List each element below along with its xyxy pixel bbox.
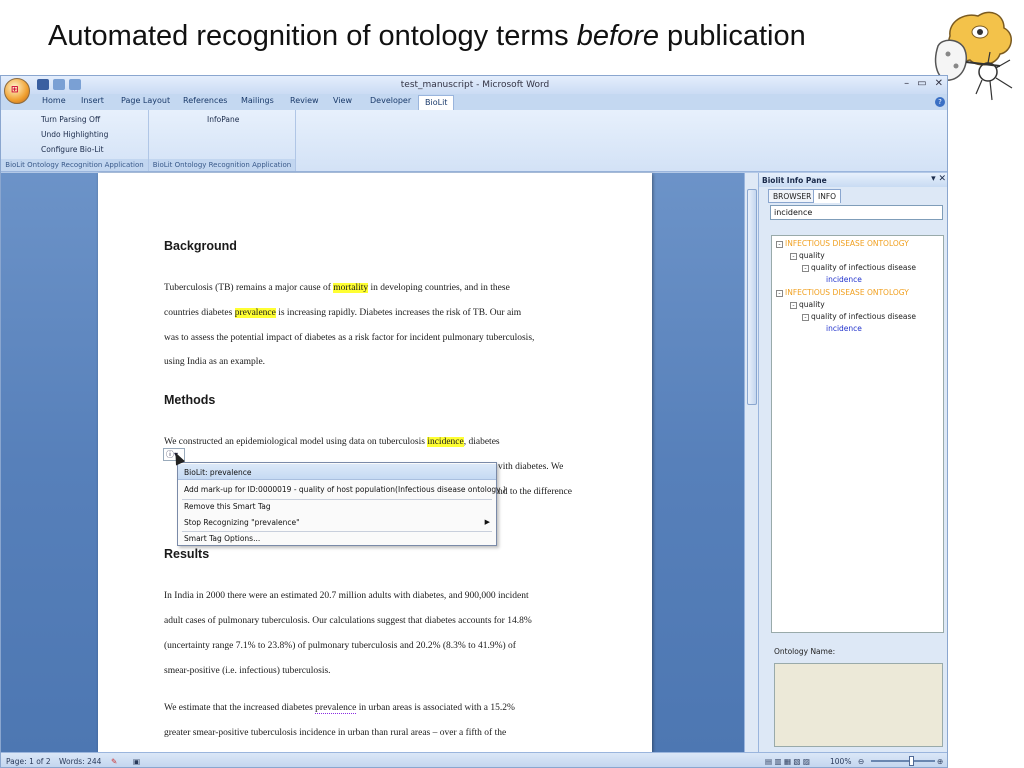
ontology-name-label: Ontology Name: bbox=[774, 647, 836, 656]
scrollbar-thumb[interactable] bbox=[747, 189, 757, 405]
tab-review[interactable]: Review bbox=[290, 96, 319, 105]
status-bar: Page: 1 of 2 Words: 244 ✎ ▣ ▤ ▥ ▦ ▧ ▨ 10… bbox=[1, 752, 947, 767]
vertical-scrollbar[interactable] bbox=[744, 173, 758, 752]
menu-item-smart-tag-options[interactable]: Smart Tag Options... bbox=[178, 530, 496, 546]
info-pane-controls[interactable]: ▾ ✕ bbox=[931, 174, 946, 184]
tree-node-ontology[interactable]: - INFECTIOUS DISEASE ONTOLOGY bbox=[776, 288, 909, 297]
zoom-level[interactable]: 100% bbox=[830, 757, 851, 766]
tab-mailings[interactable]: Mailings bbox=[241, 96, 274, 105]
maximize-button[interactable]: ▭ bbox=[917, 78, 926, 89]
slide-title-part1: Automated recognition of ontology terms bbox=[48, 20, 569, 52]
undo-highlighting-button[interactable]: Undo Highlighting bbox=[41, 130, 108, 139]
window-title: test_manuscript - Microsoft Word bbox=[400, 80, 550, 90]
zoom-in-icon[interactable]: ⊕ bbox=[937, 757, 943, 766]
tab-browser[interactable]: BROWSER bbox=[768, 189, 817, 203]
slide-title-part2: publication bbox=[667, 20, 806, 52]
slide-title: Automated recognition of ontology terms … bbox=[48, 20, 806, 53]
zoom-slider[interactable] bbox=[871, 756, 935, 766]
doc-line: was to assess the potential impact of di… bbox=[164, 333, 535, 343]
tab-developer[interactable]: Developer bbox=[370, 96, 411, 105]
word-window: test_manuscript - Microsoft Word – ▭ ✕ ⊞… bbox=[0, 75, 948, 768]
close-button[interactable]: ✕ bbox=[935, 78, 943, 89]
proofing-icon[interactable]: ✎ bbox=[111, 757, 117, 766]
infopane-button[interactable]: InfoPane bbox=[207, 115, 239, 124]
tree-node-quality-of-infectious-disease[interactable]: - quality of infectious disease bbox=[802, 263, 916, 272]
window-controls: – ▭ ✕ bbox=[904, 78, 943, 89]
tab-insert[interactable]: Insert bbox=[81, 96, 104, 105]
search-input[interactable]: incidence bbox=[770, 205, 943, 220]
biolit-info-pane: Biolit Info Pane ▾ ✕ BROWSER INFO incide… bbox=[758, 173, 947, 752]
doc-line: countries diabetes prevalence is increas… bbox=[164, 308, 522, 318]
highlighted-term[interactable]: mortality bbox=[333, 283, 369, 293]
tree-node-quality[interactable]: - quality bbox=[790, 300, 825, 309]
turn-parsing-off-button[interactable]: Turn Parsing Off bbox=[41, 115, 100, 124]
doc-line: adult cases of pulmonary tuberculosis. O… bbox=[164, 616, 532, 626]
ontology-tree: - INFECTIOUS DISEASE ONTOLOGY - quality -q… bbox=[771, 235, 944, 633]
tree-node-ontology[interactable]: - INFECTIOUS DISEASE ONTOLOGY bbox=[776, 239, 909, 248]
tree-node-incidence[interactable]: incidence bbox=[826, 324, 862, 333]
tree-node-incidence[interactable]: incidence bbox=[826, 275, 862, 284]
minimize-button[interactable]: – bbox=[904, 78, 909, 89]
zoom-out-icon[interactable]: ⊖ bbox=[858, 757, 864, 766]
heading-results: Results bbox=[164, 547, 210, 561]
tab-biolit[interactable]: BioLit bbox=[418, 95, 455, 110]
submenu-arrow-icon: ▶ bbox=[484, 518, 490, 526]
ribbon: Turn Parsing Off Undo Highlighting Confi… bbox=[1, 110, 947, 172]
page-count[interactable]: Page: 1 of 2 bbox=[6, 757, 51, 766]
help-icon[interactable]: ? bbox=[935, 97, 945, 107]
doc-line: We constructed an epidemiological model … bbox=[164, 437, 500, 447]
smart-tag-menu: BioLit: prevalence Add mark-up for ID:00… bbox=[177, 462, 506, 546]
tab-page-layout[interactable]: Page Layout bbox=[121, 96, 170, 105]
ontology-name-box bbox=[774, 663, 943, 747]
highlighted-term[interactable]: prevalence bbox=[234, 308, 276, 318]
menu-item-stop-recognizing[interactable]: Stop Recognizing "prevalence" ▶ bbox=[178, 514, 496, 530]
ribbon-tabs: Home Insert Page Layout References Maili… bbox=[1, 94, 947, 110]
zoom-slider-knob[interactable] bbox=[909, 756, 914, 766]
tree-node-quality-of-infectious-disease[interactable]: - quality of infectious disease bbox=[802, 312, 916, 321]
word-count[interactable]: Words: 244 bbox=[59, 757, 101, 766]
tab-home[interactable]: Home bbox=[42, 96, 66, 105]
doc-line: vith diabetes. We bbox=[498, 462, 564, 472]
heading-methods: Methods bbox=[164, 393, 216, 407]
tree-node-quality[interactable]: - quality bbox=[790, 251, 825, 260]
doc-line: We estimate that the increased diabetes … bbox=[164, 703, 515, 714]
menu-item-add-markup[interactable]: Add mark-up for ID:0000019 - quality of … bbox=[178, 481, 506, 497]
tab-info[interactable]: INFO bbox=[813, 189, 842, 203]
doc-line: In India in 2000 there were an estimated… bbox=[164, 591, 529, 601]
doc-line: using India as an example. bbox=[164, 357, 266, 367]
menu-item-remove-smart-tag[interactable]: Remove this Smart Tag bbox=[178, 498, 496, 514]
doc-line: (uncertainty range 7.1% to 23.8%) of pul… bbox=[164, 641, 516, 651]
highlighted-term[interactable]: incidence bbox=[427, 437, 464, 447]
ribbon-group-label: BioLit Ontology Recognition Application bbox=[1, 159, 148, 171]
office-button[interactable]: ⊞ bbox=[4, 78, 30, 104]
title-bar: test_manuscript - Microsoft Word – ▭ ✕ bbox=[1, 76, 947, 94]
smart-tag-term[interactable]: prevalence bbox=[315, 703, 357, 714]
configure-biolit-button[interactable]: Configure Bio-Lit bbox=[41, 145, 104, 154]
doc-line: smear-positive (i.e. infectious) tubercu… bbox=[164, 666, 331, 676]
ribbon-group-label: BioLit Ontology Recognition Application bbox=[149, 159, 295, 171]
doc-line: greater smear-positive tuberculosis inci… bbox=[164, 728, 507, 738]
menu-item-biolit-term[interactable]: BioLit: prevalence bbox=[178, 464, 496, 480]
doc-line: Tuberculosis (TB) remains a major cause … bbox=[164, 283, 510, 293]
heading-background: Background bbox=[164, 239, 237, 253]
macro-icon[interactable]: ▣ bbox=[133, 757, 140, 766]
slide-title-italic: before bbox=[576, 20, 659, 52]
tab-view[interactable]: View bbox=[333, 96, 352, 105]
info-pane-title: Biolit Info Pane bbox=[759, 173, 947, 187]
tab-references[interactable]: References bbox=[183, 96, 227, 105]
ribbon-group-biolit-2: InfoPane BioLit Ontology Recognition App… bbox=[149, 110, 296, 171]
view-buttons[interactable]: ▤ ▥ ▦ ▧ ▨ bbox=[765, 757, 810, 766]
ribbon-group-biolit-1: Turn Parsing Off Undo Highlighting Confi… bbox=[1, 110, 149, 171]
doc-line: nd to the difference bbox=[498, 487, 572, 497]
